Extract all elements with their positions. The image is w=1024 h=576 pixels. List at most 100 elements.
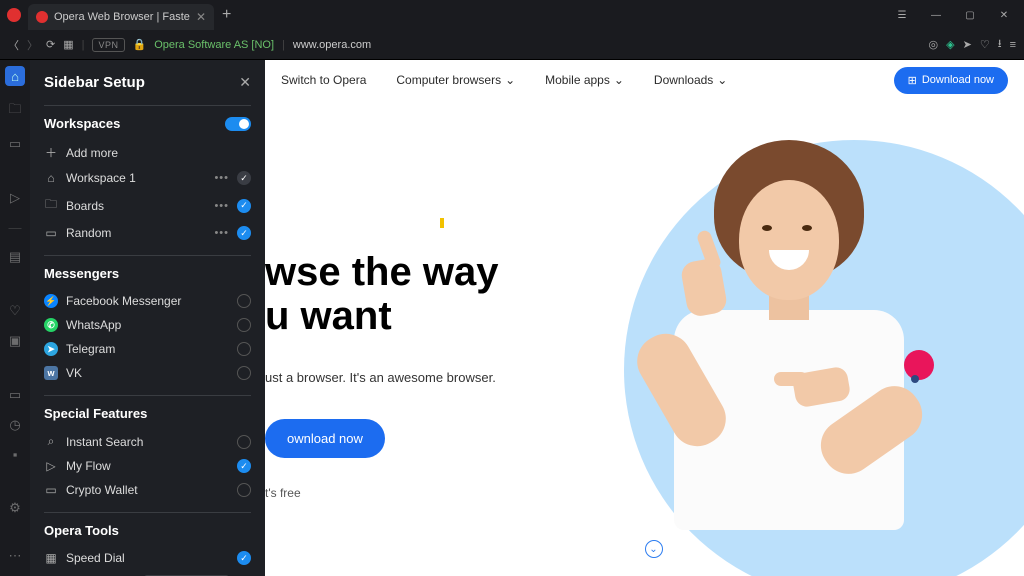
- check-icon[interactable]: [237, 318, 251, 332]
- check-icon[interactable]: ✓: [237, 459, 251, 473]
- vk-icon: w: [44, 366, 58, 380]
- hero-subtitle: ust a browser. It's an awesome browser.: [265, 370, 1024, 385]
- hero-download-button[interactable]: ownload now: [265, 419, 385, 458]
- rail-heart-icon[interactable]: ♡: [9, 303, 21, 319]
- chevron-down-icon: ⌄: [717, 73, 727, 87]
- workspaces-toggle[interactable]: [225, 117, 251, 131]
- rail-divider: —: [9, 220, 22, 235]
- check-icon[interactable]: ✓: [237, 551, 251, 565]
- check-icon[interactable]: [237, 342, 251, 356]
- panel-close-icon[interactable]: ✕: [239, 74, 251, 91]
- rail-news-icon[interactable]: ▣: [9, 333, 21, 349]
- hero-free-text: t's free: [265, 486, 1024, 500]
- check-icon[interactable]: [237, 366, 251, 380]
- grid-icon: ▦: [44, 551, 58, 565]
- scroll-down-icon[interactable]: ⌄: [645, 540, 663, 558]
- rail-vk-icon[interactable]: ▪: [13, 447, 18, 462]
- nav-mobile[interactable]: Mobile apps ⌄: [545, 73, 624, 87]
- heart-icon[interactable]: ♡: [980, 35, 990, 54]
- opera-logo-icon: [7, 8, 21, 22]
- workspaces-heading: Workspaces: [44, 116, 120, 131]
- rail-more-icon[interactable]: ⋯: [9, 548, 22, 576]
- lock-icon[interactable]: 🔒: [133, 38, 147, 51]
- nav-downloads[interactable]: Downloads ⌄: [654, 73, 727, 87]
- rail-home-icon[interactable]: ⌂: [5, 66, 25, 86]
- accent-mark: [440, 218, 444, 228]
- reload-icon[interactable]: ⟳: [46, 38, 55, 51]
- check-icon[interactable]: [237, 294, 251, 308]
- sidebar-rail: ⌂ 🗀 ▭ ▷ — ▤ ♡ ▣ ▭ ◷ ▪ ⚙ ⋯: [0, 60, 30, 576]
- nav-forward-icon[interactable]: 〉: [27, 37, 38, 53]
- hero-heading-1: wse the way: [265, 250, 1024, 294]
- check-icon[interactable]: [237, 435, 251, 449]
- workspace-row[interactable]: 🗀 Boards ••• ✓: [44, 190, 251, 221]
- tool-row[interactable]: ♡ Bookmarks Open in panel▾ ✓: [44, 570, 251, 576]
- snapshot-icon[interactable]: ◎: [929, 35, 939, 54]
- vpn-badge[interactable]: VPN: [92, 38, 124, 52]
- browser-tab[interactable]: Opera Web Browser | Faste ✕: [28, 4, 214, 30]
- url-text[interactable]: www.opera.com: [293, 39, 371, 51]
- nav-computer[interactable]: Computer browsers ⌄: [396, 73, 515, 87]
- shield-icon[interactable]: ◈: [946, 35, 954, 54]
- messenger-row[interactable]: ➤ Telegram: [44, 337, 251, 361]
- check-icon[interactable]: ✓: [237, 171, 251, 185]
- new-tab-button[interactable]: +: [222, 6, 231, 24]
- wallet-icon: ▭: [44, 483, 58, 497]
- whatsapp-icon: ✆: [44, 318, 58, 332]
- rail-clock-icon[interactable]: ◷: [9, 417, 20, 433]
- download-button[interactable]: ⊞Download now: [894, 67, 1008, 94]
- tab-close-icon[interactable]: ✕: [196, 10, 206, 24]
- search-icon: ⌕: [44, 434, 58, 449]
- chevron-down-icon: ⌄: [505, 73, 515, 87]
- check-icon[interactable]: ✓: [237, 199, 251, 213]
- feature-row[interactable]: ▭ Crypto Wallet: [44, 478, 251, 502]
- rail-boards-icon[interactable]: 🗀: [8, 100, 21, 122]
- home-icon: ⌂: [44, 171, 58, 185]
- window-maximize-icon[interactable]: ▢: [960, 5, 980, 25]
- window-sidebar-icon[interactable]: ☰: [892, 5, 912, 25]
- messenger-row[interactable]: w VK: [44, 361, 251, 385]
- titlebar: Opera Web Browser | Faste ✕ + ☰ — ▢ ✕: [0, 0, 1024, 30]
- rail-cards-icon[interactable]: ▤: [9, 249, 21, 265]
- address-bar: 〈 〉 ⟳ ▦ | VPN 🔒 Opera Software AS [NO] |…: [0, 30, 1024, 60]
- special-heading: Special Features: [44, 406, 147, 421]
- window-minimize-icon[interactable]: —: [926, 5, 946, 25]
- window-close-icon[interactable]: ✕: [994, 5, 1014, 25]
- send-icon[interactable]: ➤: [963, 35, 972, 54]
- tab-title: Opera Web Browser | Faste: [54, 11, 190, 23]
- plus-icon: ＋: [44, 144, 58, 161]
- tiles-icon[interactable]: ▦: [63, 38, 73, 51]
- messenger-row[interactable]: ⚡ Facebook Messenger: [44, 289, 251, 313]
- windows-icon: ⊞: [908, 74, 917, 87]
- workspace-row[interactable]: ⌂ Workspace 1 ••• ✓: [44, 166, 251, 190]
- rail-book-icon[interactable]: ▭: [9, 136, 21, 152]
- fb-messenger-icon: ⚡: [44, 294, 58, 308]
- rail-send-icon[interactable]: ▷: [10, 190, 20, 206]
- easy-setup-icon[interactable]: ≡: [1010, 35, 1016, 54]
- more-icon[interactable]: •••: [214, 200, 229, 212]
- download-icon[interactable]: ⭳: [998, 35, 1002, 54]
- check-icon[interactable]: ✓: [237, 226, 251, 240]
- telegram-icon: ➤: [44, 342, 58, 356]
- more-icon[interactable]: •••: [214, 227, 229, 239]
- folder-icon: 🗀: [44, 195, 58, 216]
- book-icon: ▭: [44, 226, 58, 240]
- site-nav: Switch to Opera Computer browsers ⌄ Mobi…: [265, 60, 1024, 100]
- nav-back-icon[interactable]: 〈: [8, 37, 19, 53]
- workspace-row[interactable]: ▭ Random ••• ✓: [44, 221, 251, 245]
- opera-favicon-icon: [36, 11, 48, 23]
- check-icon[interactable]: [237, 483, 251, 497]
- site-identity[interactable]: Opera Software AS [NO]: [154, 39, 274, 51]
- add-workspace-row[interactable]: ＋ Add more: [44, 139, 251, 166]
- feature-row[interactable]: ⌕ Instant Search: [44, 429, 251, 454]
- web-page: Switch to Opera Computer browsers ⌄ Mobi…: [265, 60, 1024, 576]
- chevron-down-icon: ⌄: [614, 73, 624, 87]
- nav-switch[interactable]: Switch to Opera: [281, 73, 366, 87]
- more-icon[interactable]: •••: [214, 172, 229, 184]
- feature-row[interactable]: ▷ My Flow ✓: [44, 454, 251, 478]
- tools-heading: Opera Tools: [44, 523, 119, 538]
- rail-chat-icon[interactable]: ▭: [9, 387, 21, 403]
- tool-row[interactable]: ▦ Speed Dial ✓: [44, 546, 251, 570]
- rail-settings-icon[interactable]: ⚙: [9, 500, 21, 516]
- messenger-row[interactable]: ✆ WhatsApp: [44, 313, 251, 337]
